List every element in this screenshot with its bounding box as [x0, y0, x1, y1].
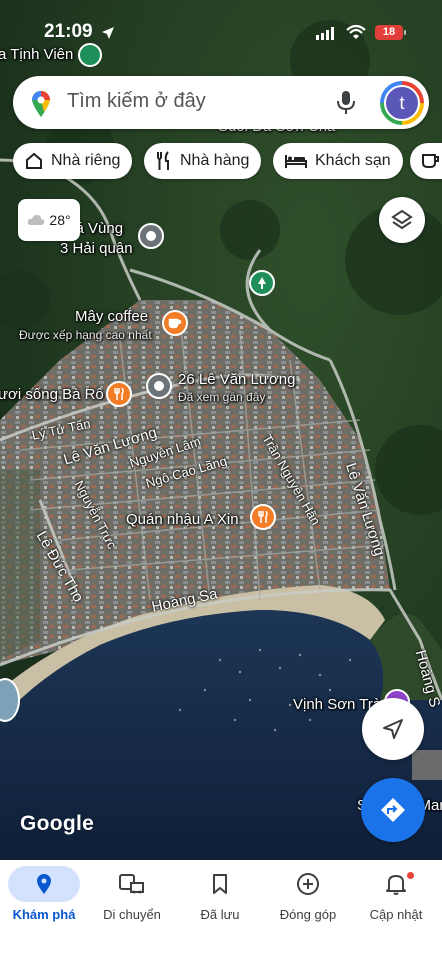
nav-contribute-label: Đóng góp	[279, 907, 337, 922]
place-label-may-coffee-rating: Được xếp hạng cao nhất	[19, 328, 152, 342]
wifi-icon	[346, 25, 366, 39]
location-pin-icon[interactable]	[138, 223, 164, 249]
notification-dot	[407, 872, 414, 879]
bookmark-icon	[213, 874, 227, 894]
battery-tip	[404, 30, 406, 35]
place-label-quan-nhau[interactable]: Quán nhậu A Xin	[126, 511, 239, 528]
nav-saved-label: Đã lưu	[200, 907, 240, 922]
park-pin-icon[interactable]	[249, 270, 275, 296]
nav-updates[interactable]: Cập nhật	[352, 866, 440, 926]
account-avatar[interactable]: t	[380, 81, 424, 125]
nav-saved[interactable]: Đã lưu	[176, 866, 264, 926]
cloud-icon	[28, 215, 45, 225]
home-icon	[26, 152, 42, 169]
nav-updates-label: Cập nhật	[369, 907, 423, 922]
chip-restaurants[interactable]: Nhà hàng	[144, 143, 262, 179]
chip-hotels[interactable]: Khách sạn	[273, 143, 403, 179]
search-bar[interactable]: Tìm kiếm ở đây t	[13, 76, 429, 129]
nav-commute-label: Di chuyển	[103, 907, 161, 922]
nav-contribute[interactable]: Đóng góp	[264, 866, 352, 926]
navigation-arrow-icon	[383, 719, 403, 739]
place-label-address-sub: Đã xem gần đây	[178, 390, 266, 404]
search-input[interactable]: Tìm kiếm ở đây	[67, 90, 206, 113]
status-time: 21:09	[44, 21, 93, 42]
coffee-cup-icon	[422, 154, 439, 168]
nav-explore-pill	[8, 866, 80, 902]
cafe-pin-icon[interactable]	[162, 310, 188, 336]
place-label-xa-vung-2[interactable]: 3 Hải quân	[60, 240, 133, 257]
temple-pin-icon[interactable]	[78, 43, 102, 67]
bell-icon	[386, 875, 406, 895]
fork-knife-icon	[157, 151, 169, 170]
weather-badge[interactable]: 28°	[18, 199, 80, 241]
chip-home[interactable]: Nhà riêng	[13, 143, 133, 179]
layers-button[interactable]	[379, 197, 425, 243]
place-label-address[interactable]: 26 Lê Văn Lương	[178, 371, 295, 388]
place-label-tinh-vien[interactable]: a Tịnh Viên	[0, 46, 73, 63]
add-circle-icon	[297, 873, 319, 895]
recent-location-pin-icon[interactable]	[146, 373, 172, 399]
status-bar: 21:09 18	[0, 0, 442, 46]
google-maps-pin-icon	[32, 91, 50, 117]
layers-icon	[391, 209, 413, 230]
chip-home-label: Nhà riêng	[51, 152, 121, 169]
restaurant-pin-icon[interactable]	[250, 504, 276, 530]
nav-explore-label: Khám phá	[12, 907, 76, 922]
my-location-button[interactable]	[362, 698, 424, 760]
bottom-navigation: Khám phá Di chuyển Đã lưu Đóng góp Cập n…	[0, 860, 442, 960]
directions-button[interactable]	[361, 778, 425, 842]
chip-hotels-label: Khách sạn	[315, 152, 391, 169]
chip-coffee[interactable]	[410, 143, 442, 179]
commute-icon	[119, 874, 144, 894]
bed-icon	[285, 155, 307, 168]
location-arrow-icon	[102, 27, 114, 39]
avatar-letter: t	[384, 85, 420, 121]
directions-icon	[381, 798, 405, 822]
place-label-ba-ro[interactable]: ươi sống Bà Rô	[0, 386, 104, 403]
explore-pin-icon	[37, 874, 51, 894]
nav-explore[interactable]: Khám phá	[0, 866, 88, 926]
nav-commute[interactable]: Di chuyển	[88, 866, 176, 926]
weather-temperature: 28°	[49, 212, 71, 228]
place-label-may-coffee[interactable]: Mây coffee	[75, 308, 148, 325]
signal-icon	[316, 27, 334, 40]
restaurant-pin-icon[interactable]	[106, 381, 132, 407]
microphone-icon[interactable]	[337, 90, 355, 116]
google-logo: Google	[20, 812, 95, 835]
battery-indicator: 18	[375, 25, 403, 40]
chip-restaurants-label: Nhà hàng	[180, 152, 250, 169]
